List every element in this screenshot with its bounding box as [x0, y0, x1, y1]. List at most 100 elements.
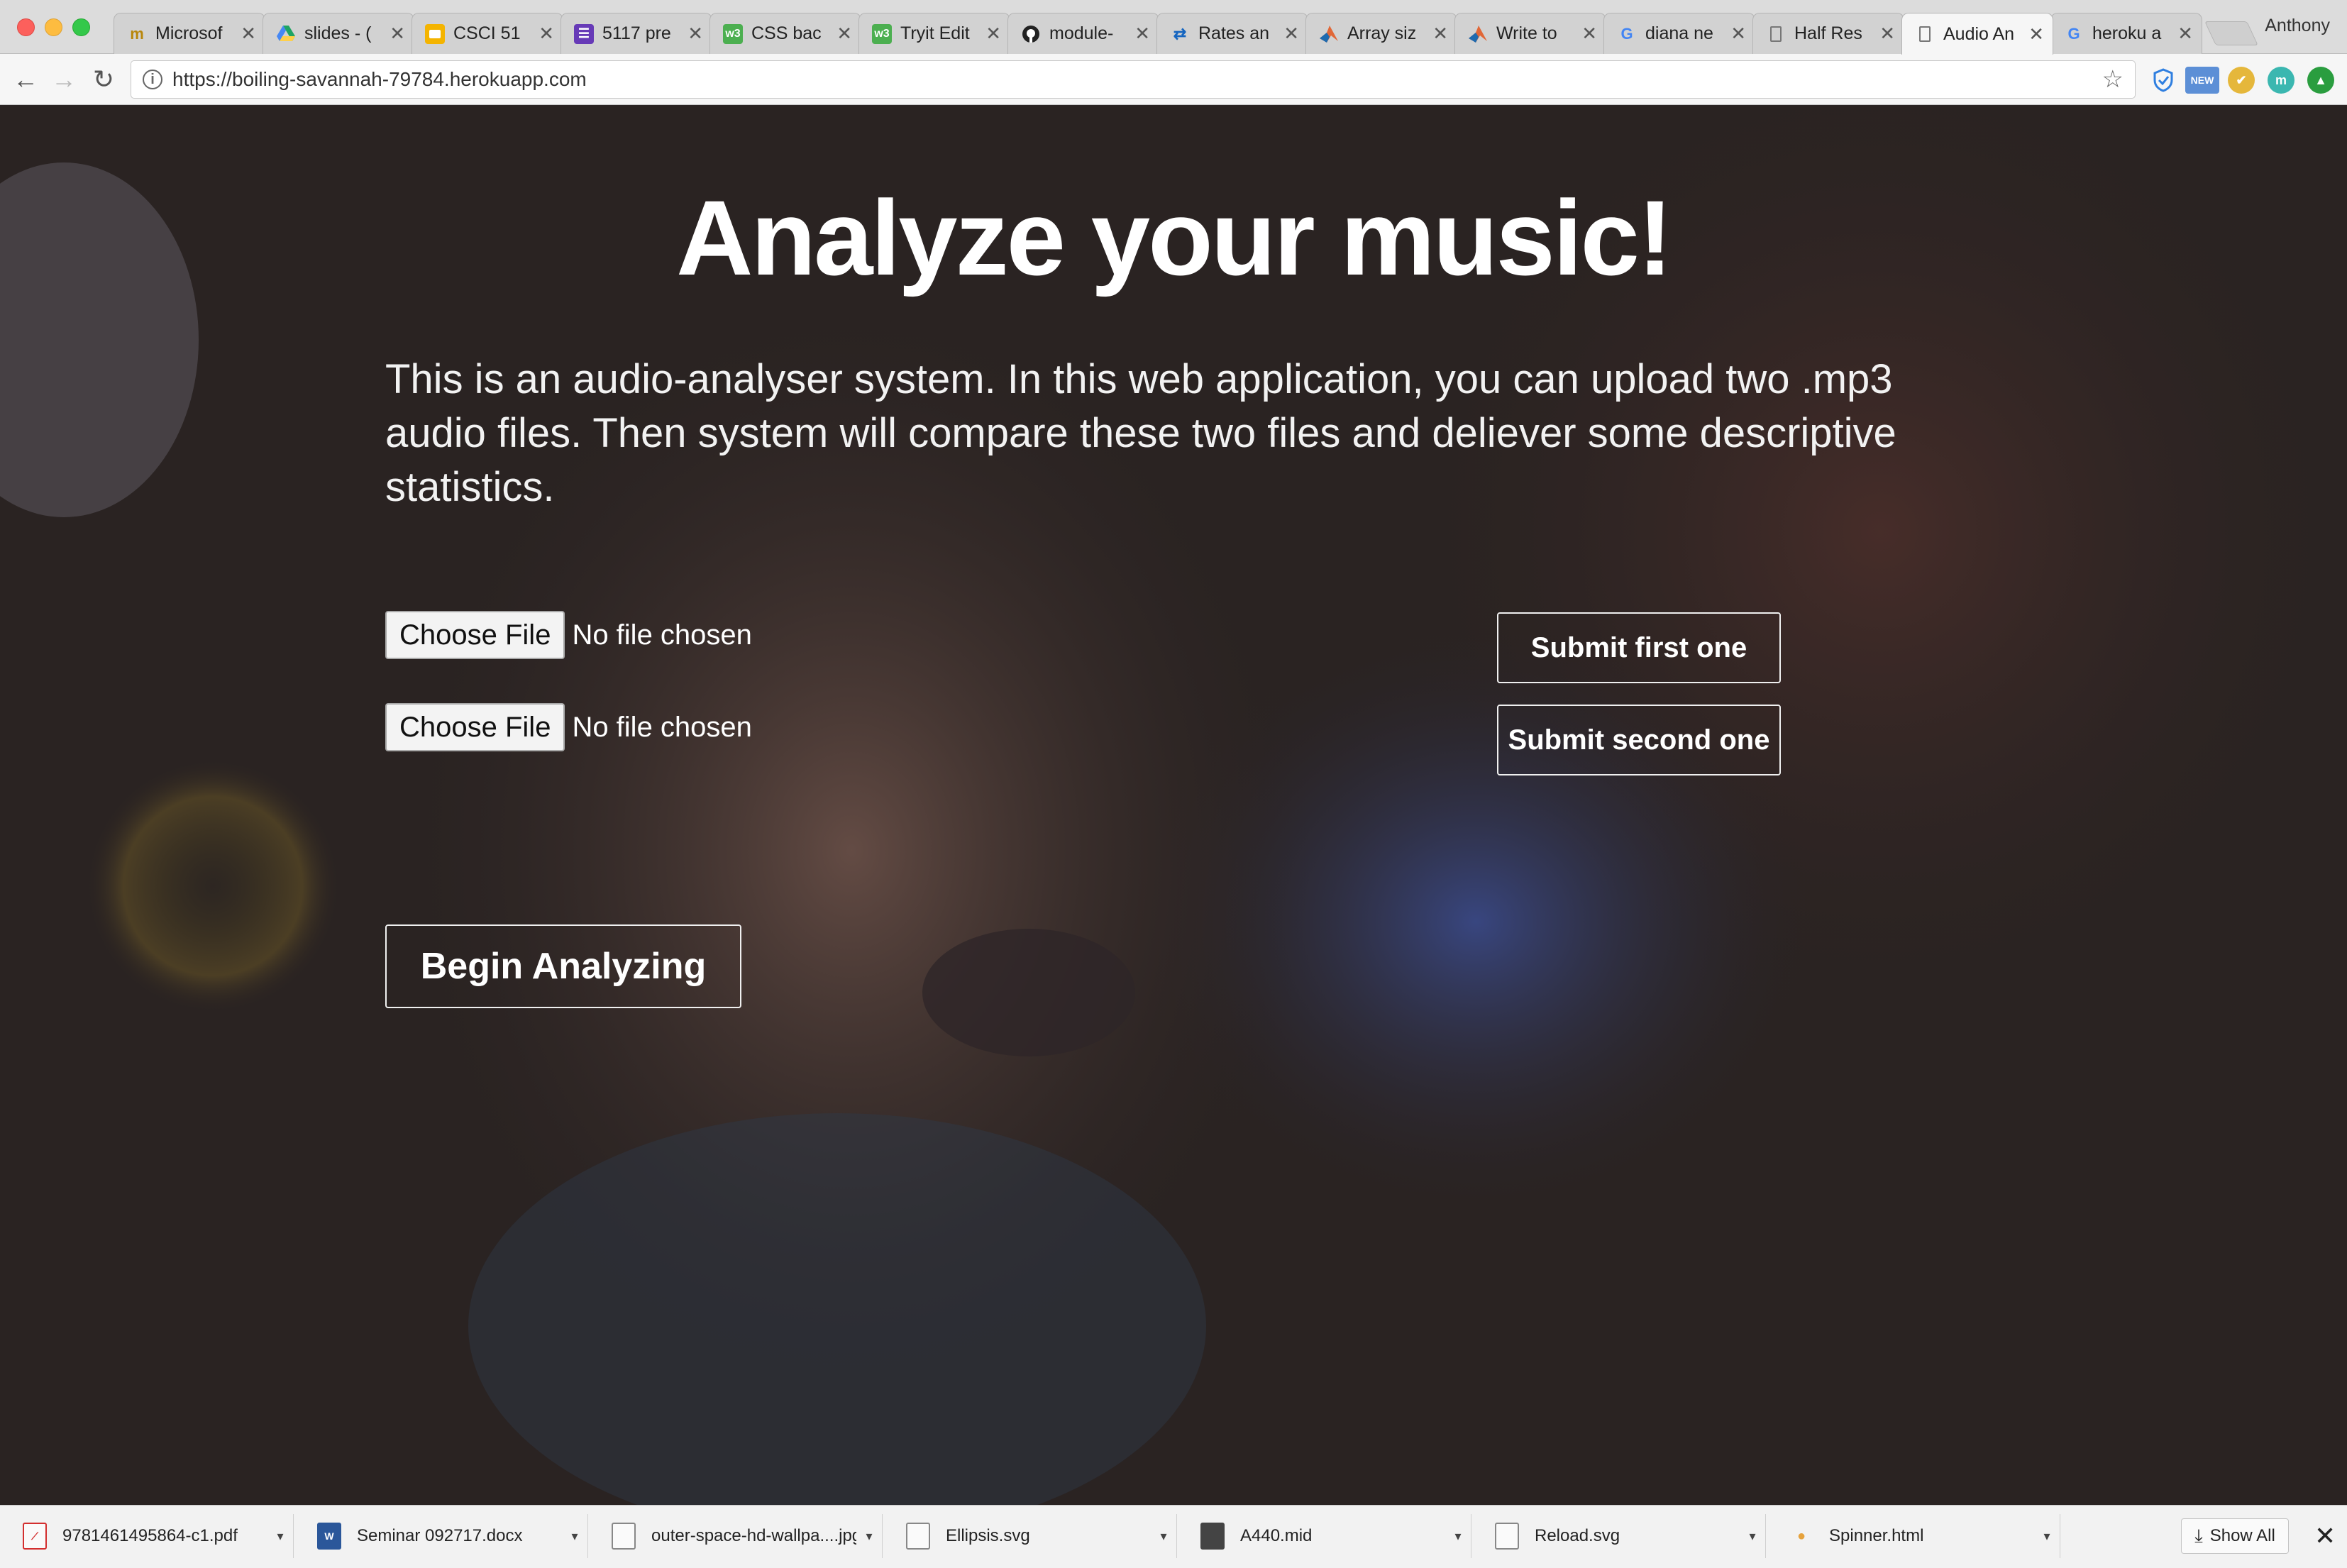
download-item[interactable]: outer-space-hd-wallpa....jpg ▾ — [596, 1514, 883, 1558]
tab-close-icon[interactable]: ✕ — [1879, 23, 1895, 45]
tab-5117[interactable]: ☰ 5117 pre ✕ — [560, 13, 712, 54]
svg-file-icon — [906, 1523, 930, 1550]
tab-css-background[interactable]: w3 CSS bac ✕ — [709, 13, 861, 54]
show-all-button[interactable]: ⤓ Show All — [2181, 1518, 2289, 1554]
download-item[interactable]: Ellipsis.svg ▾ — [890, 1514, 1177, 1558]
profile-name[interactable]: Anthony — [2265, 16, 2330, 36]
tab-title: module- — [1049, 23, 1114, 43]
tab-close-icon[interactable]: ✕ — [241, 23, 256, 45]
back-arrow-icon[interactable]: ← — [10, 64, 41, 95]
chrome-ext-icon[interactable]: ✔ — [2228, 67, 2255, 94]
tab-rates[interactable]: ⇄ Rates an ✕ — [1156, 13, 1308, 54]
image-file-icon — [612, 1523, 636, 1550]
info-icon[interactable]: i — [143, 70, 162, 89]
download-item[interactable]: ● Spinner.html ▾ — [1774, 1514, 2060, 1558]
m-ext-icon[interactable]: m — [2268, 67, 2294, 94]
midi-file-icon — [1200, 1523, 1225, 1550]
tab-title: CSS bac — [751, 23, 822, 43]
file-status-first: No file chosen — [572, 619, 752, 651]
tab-close-icon[interactable]: ✕ — [687, 23, 703, 45]
choose-file-button-first[interactable]: Choose File — [385, 611, 565, 659]
tab-microsoft[interactable]: m Microsof ✕ — [114, 13, 265, 54]
tab-strip: m Microsof ✕ slides - ( ✕ CSCI 51 ✕ ☰ 51… — [0, 0, 2347, 55]
submit-first-button[interactable]: Submit first one — [1497, 612, 1781, 683]
chevron-down-icon[interactable]: ▾ — [2034, 1529, 2060, 1544]
file-input-first[interactable]: Choose File No file chosen — [385, 611, 752, 659]
tab-close-icon[interactable]: ✕ — [390, 23, 405, 45]
shield-icon[interactable] — [2150, 67, 2177, 94]
submit-second-button[interactable]: Submit second one — [1497, 705, 1781, 775]
download-item[interactable]: W Seminar 092717.docx ▾ — [302, 1514, 588, 1558]
chevron-down-icon[interactable]: ▾ — [562, 1529, 587, 1544]
tab-close-icon[interactable]: ✕ — [1432, 23, 1448, 45]
tab-close-icon[interactable]: ✕ — [2028, 23, 2044, 45]
intro-text: This is an audio-analyser system. In thi… — [385, 356, 1896, 510]
tab-array-size[interactable]: Array siz ✕ — [1305, 13, 1457, 54]
chevron-down-icon[interactable]: ▾ — [1445, 1529, 1471, 1544]
new-badge-icon[interactable]: NEW — [2185, 67, 2219, 94]
chevron-down-icon[interactable]: ▾ — [267, 1529, 293, 1544]
tab-title: 5117 pre — [602, 23, 671, 43]
maximize-window-button[interactable] — [72, 18, 90, 36]
tab-title: Audio An — [1943, 23, 2015, 44]
github-icon — [1021, 24, 1041, 44]
begin-analyzing-button[interactable]: Begin Analyzing — [385, 924, 741, 1008]
url-text[interactable]: https://boiling-savannah-79784.herokuapp… — [172, 68, 2102, 91]
tab-title: Rates an — [1198, 23, 1270, 43]
tab-title: diana ne — [1645, 23, 1713, 43]
choose-file-button-second[interactable]: Choose File — [385, 703, 565, 751]
download-filename: outer-space-hd-wallpa....jpg — [651, 1526, 856, 1545]
tab-tryit-editor[interactable]: w3 Tryit Edit ✕ — [858, 13, 1010, 54]
tab-close-icon[interactable]: ✕ — [2177, 23, 2193, 45]
address-bar[interactable]: i https://boiling-savannah-79784.herokua… — [131, 60, 2136, 99]
page-title: Analyze your music! — [676, 178, 1673, 297]
minimize-window-button[interactable] — [45, 18, 62, 36]
svg-file-icon — [1495, 1523, 1519, 1550]
download-filename: Seminar 092717.docx — [357, 1526, 523, 1545]
tab-diana[interactable]: G diana ne ✕ — [1603, 13, 1755, 54]
bookmark-star-icon[interactable]: ☆ — [2102, 65, 2124, 94]
tab-close-icon[interactable]: ✕ — [985, 23, 1001, 45]
chevron-down-icon[interactable]: ▾ — [856, 1529, 882, 1544]
tab-audio-analyzer[interactable]: Audio An ✕ — [1901, 13, 2053, 55]
file-input-second[interactable]: Choose File No file chosen — [385, 703, 752, 751]
tab-close-icon[interactable]: ✕ — [1581, 23, 1597, 45]
tab-slides[interactable]: slides - ( ✕ — [263, 13, 414, 54]
chevron-down-icon[interactable]: ▾ — [1151, 1529, 1176, 1544]
new-tab-button[interactable] — [2204, 21, 2258, 45]
reload-icon[interactable]: ↻ — [88, 64, 119, 95]
download-item[interactable]: A440.mid ▾ — [1185, 1514, 1471, 1558]
download-filename: Reload.svg — [1535, 1526, 1620, 1545]
close-icon[interactable]: ✕ — [2314, 1521, 2336, 1551]
close-window-button[interactable] — [17, 18, 35, 36]
tab-github-module[interactable]: module- ✕ — [1007, 13, 1159, 54]
download-item[interactable]: Reload.svg ▾ — [1479, 1514, 1766, 1558]
browser-toolbar: ← → ↻ i https://boiling-savannah-79784.h… — [0, 54, 2347, 105]
matlab-icon — [1468, 24, 1488, 44]
tab-title: slides - ( — [304, 23, 372, 43]
download-filename: Spinner.html — [1829, 1526, 1924, 1545]
tab-csci[interactable]: CSCI 51 ✕ — [412, 13, 563, 54]
chevron-down-icon[interactable]: ▾ — [1740, 1529, 1765, 1544]
tab-close-icon[interactable]: ✕ — [1283, 23, 1299, 45]
download-shelf: ⟋ 9781461495864-c1.pdf ▾ W Seminar 09271… — [0, 1505, 2347, 1568]
google-drive-icon — [276, 24, 296, 44]
download-icon: ⤓ — [2194, 1525, 2203, 1546]
forward-arrow-icon[interactable]: → — [48, 64, 79, 95]
tab-close-icon[interactable]: ✕ — [1134, 23, 1150, 45]
tab-title: Array siz — [1347, 23, 1417, 43]
green-ext-icon[interactable]: ▲ — [2307, 67, 2334, 94]
download-item[interactable]: ⟋ 9781461495864-c1.pdf ▾ — [7, 1514, 294, 1558]
tab-close-icon[interactable]: ✕ — [1730, 23, 1746, 45]
w3schools-icon: w3 — [872, 23, 892, 44]
tab-write-to[interactable]: Write to ✕ — [1454, 13, 1606, 54]
tab-close-icon[interactable]: ✕ — [539, 23, 554, 45]
show-all-label: Show All — [2209, 1526, 2275, 1545]
tab-title: Write to — [1496, 23, 1557, 43]
background-photo — [0, 106, 2347, 1505]
tab-close-icon[interactable]: ✕ — [836, 23, 852, 45]
currency-icon: ⇄ — [1173, 24, 1187, 43]
w3schools-icon: w3 — [723, 23, 743, 44]
tab-heroku[interactable]: G heroku a ✕ — [2050, 13, 2202, 54]
tab-half-res[interactable]: Half Res ✕ — [1752, 13, 1904, 54]
